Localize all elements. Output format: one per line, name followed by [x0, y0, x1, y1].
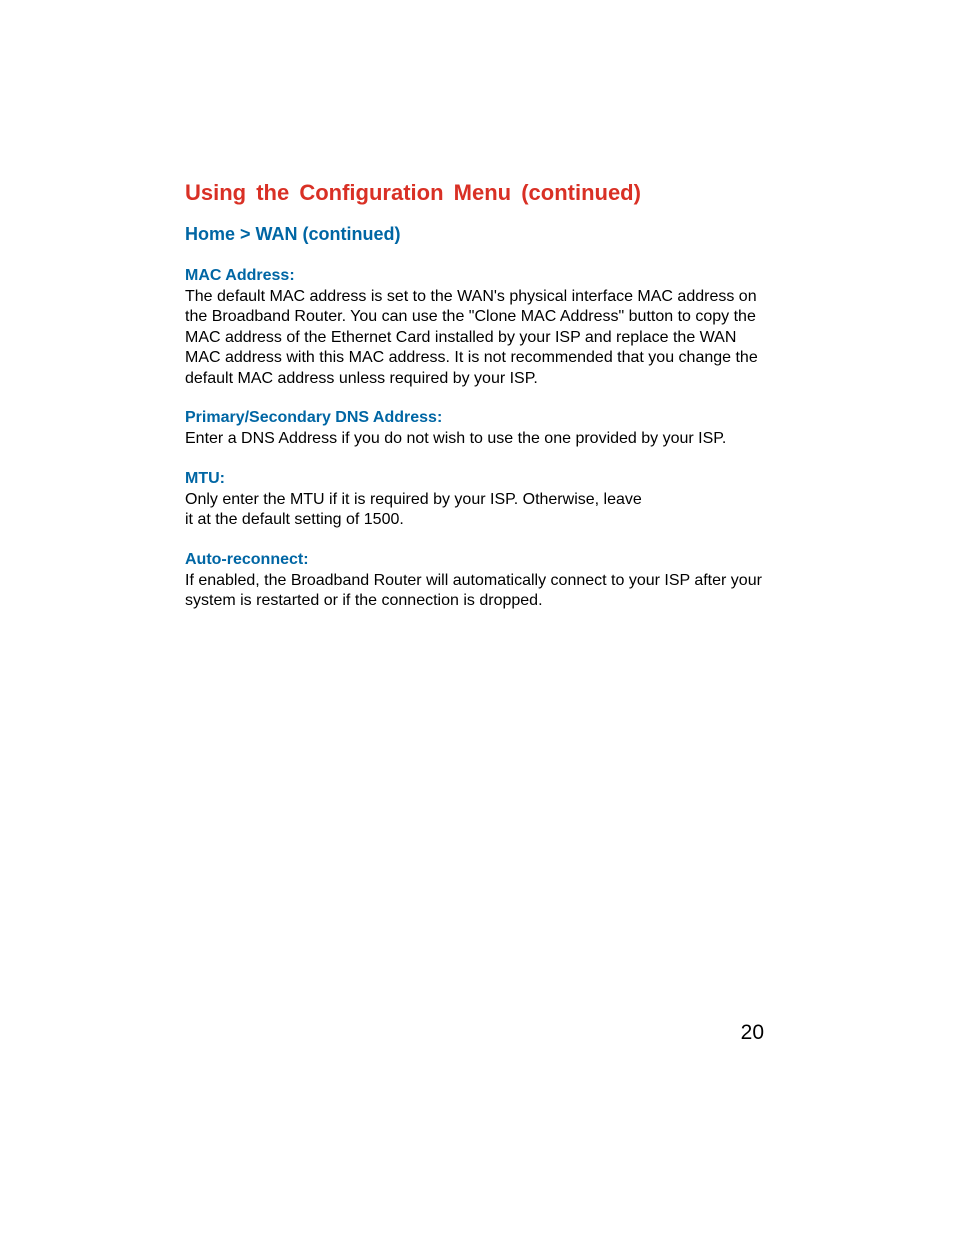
section-body: Enter a DNS Address if you do not wish t… — [185, 429, 769, 449]
section-heading: MTU: — [185, 470, 769, 488]
section-dns-address: Primary/Secondary DNS Address: Enter a D… — [185, 409, 769, 449]
section-auto-reconnect: Auto-reconnect: If enabled, the Broadban… — [185, 551, 769, 612]
page-number: 20 — [741, 1021, 764, 1045]
breadcrumb: Home > WAN (continued) — [185, 224, 769, 245]
section-body: If enabled, the Broadband Router will au… — [185, 571, 769, 612]
section-heading: Primary/Secondary DNS Address: — [185, 409, 769, 427]
section-body: Only enter the MTU if it is required by … — [185, 490, 645, 531]
main-title: Using the Configuration Menu (continued) — [185, 180, 769, 206]
section-mtu: MTU: Only enter the MTU if it is require… — [185, 470, 769, 531]
section-heading: MAC Address: — [185, 267, 769, 285]
section-body: The default MAC address is set to the WA… — [185, 287, 769, 389]
section-heading: Auto-reconnect: — [185, 551, 769, 569]
section-mac-address: MAC Address: The default MAC address is … — [185, 267, 769, 389]
page-content: Using the Configuration Menu (continued)… — [0, 0, 954, 612]
